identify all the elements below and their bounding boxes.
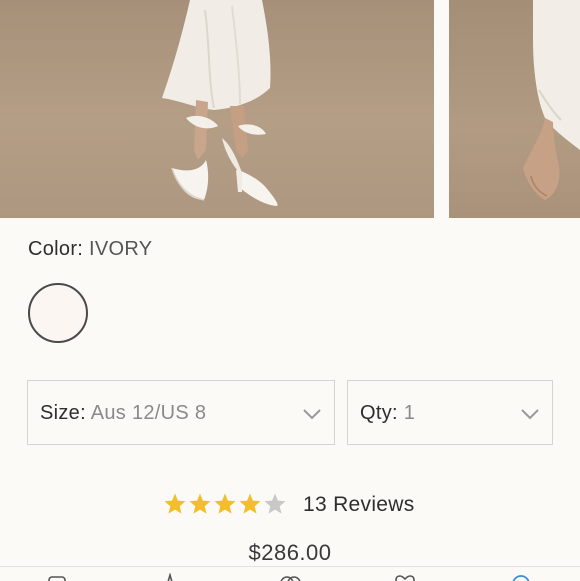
chevron-down-icon xyxy=(303,409,321,420)
reviews-link[interactable]: 13 Reviews xyxy=(303,493,415,517)
size-value: Aus 12/US 8 xyxy=(90,402,207,424)
color-value: IVORY xyxy=(89,238,153,260)
bottom-tab-bar xyxy=(0,566,580,581)
product-image-secondary[interactable] xyxy=(449,0,580,218)
size-label: Size: xyxy=(40,402,86,424)
color-label: Color: xyxy=(28,238,84,260)
color-row: Color: IVORY xyxy=(28,238,152,261)
chevron-down-icon xyxy=(521,409,539,420)
product-image-main[interactable] xyxy=(0,0,434,218)
qty-value: 1 xyxy=(403,402,416,424)
size-select[interactable]: Size: Aus 12/US 8 xyxy=(27,380,335,445)
size-field: Size: Aus 12/US 8 xyxy=(40,402,206,425)
qty-select[interactable]: Qty: 1 xyxy=(347,380,553,445)
qty-label: Qty: xyxy=(360,402,398,424)
star-filled-icon xyxy=(239,493,261,514)
qty-field: Qty: 1 xyxy=(360,402,415,425)
star-empty-icon xyxy=(264,493,286,514)
color-swatch-ivory[interactable] xyxy=(28,283,88,343)
star-filled-icon xyxy=(214,493,236,514)
star-filled-icon xyxy=(189,493,211,514)
star-filled-icon xyxy=(164,493,186,514)
product-price: $286.00 xyxy=(248,540,332,565)
